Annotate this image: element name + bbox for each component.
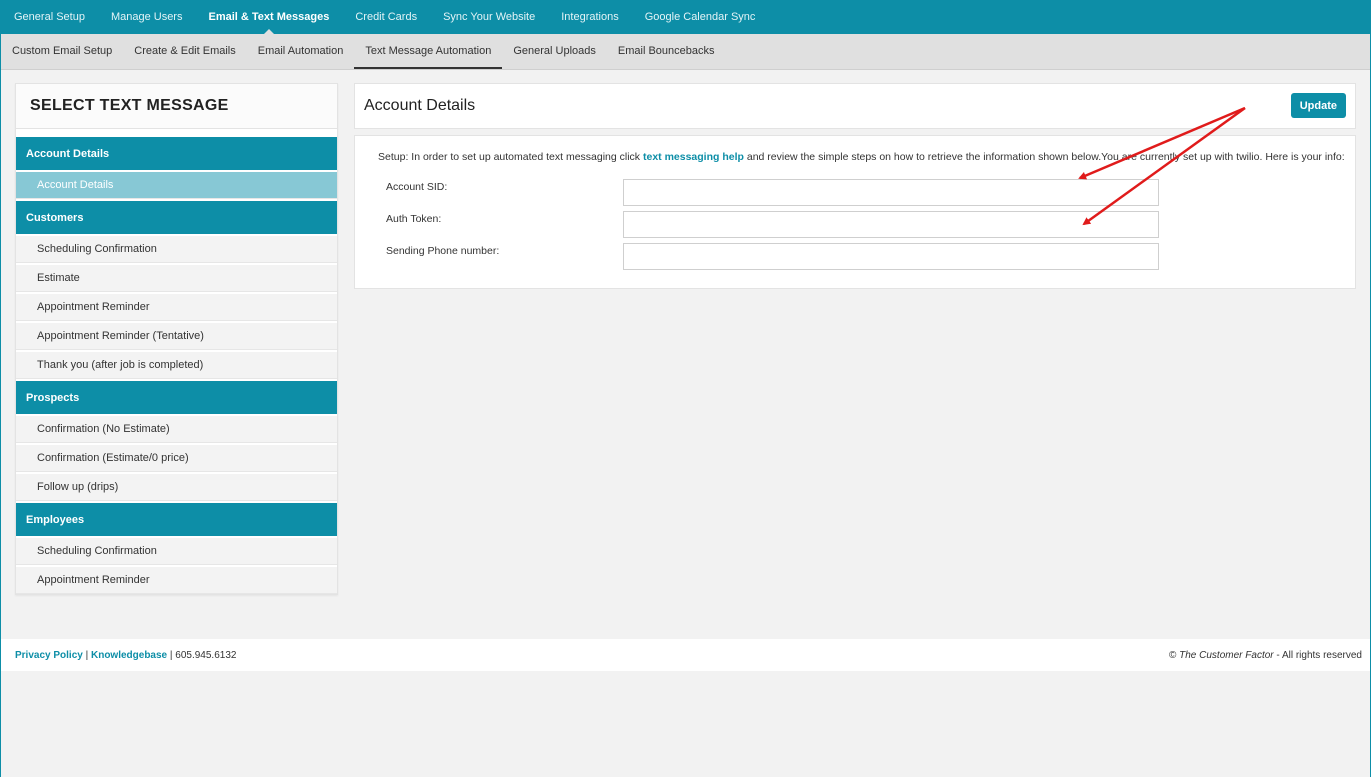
footer-left: Privacy Policy | Knowledgebase | 605.945… — [15, 650, 236, 661]
sidebar-item-employee-scheduling-confirmation[interactable]: Scheduling Confirmation — [16, 538, 337, 565]
top-nav: General Setup Manage Users Email & Text … — [1, 0, 1370, 34]
sidebar-group-prospects: Prospects — [16, 381, 337, 414]
tab-create-edit-emails[interactable]: Create & Edit Emails — [123, 34, 246, 69]
account-sid-label: Account SID: — [386, 181, 448, 193]
sidebar-item-customer-estimate[interactable]: Estimate — [16, 265, 337, 292]
sidebar-item-employee-appointment-reminder[interactable]: Appointment Reminder — [16, 567, 337, 594]
tab-custom-email-setup[interactable]: Custom Email Setup — [1, 34, 123, 69]
setup-text-after: and review the simple steps on how to re… — [743, 151, 1345, 163]
top-nav-credit-cards[interactable]: Credit Cards — [355, 0, 417, 34]
rights-text: - All rights reserved — [1273, 649, 1362, 661]
setup-text-before: Setup: In order to set up automated text… — [378, 151, 643, 163]
text-messaging-help-link[interactable]: text messaging help — [643, 151, 744, 163]
top-nav-integrations[interactable]: Integrations — [561, 0, 618, 34]
top-nav-email-text-messages-label: Email & Text Messages — [208, 11, 330, 23]
top-nav-general-setup[interactable]: General Setup — [14, 0, 85, 34]
tab-email-bouncebacks[interactable]: Email Bouncebacks — [607, 34, 726, 69]
sidebar-group-customers: Customers — [16, 201, 337, 234]
sidebar-item-account-details[interactable]: Account Details — [16, 172, 337, 199]
sidebar-item-customer-appointment-reminder[interactable]: Appointment Reminder — [16, 294, 337, 321]
top-nav-google-calendar-sync[interactable]: Google Calendar Sync — [645, 0, 756, 34]
account-details-form: Setup: In order to set up automated text… — [354, 135, 1356, 289]
panel-header: Account Details Update — [354, 83, 1356, 129]
footer-right: © The Customer Factor - All rights reser… — [1169, 650, 1362, 661]
company-name: The Customer Factor — [1179, 649, 1274, 661]
sending-phone-label: Sending Phone number: — [386, 245, 500, 257]
footer: Privacy Policy | Knowledgebase | 605.945… — [1, 639, 1370, 671]
sidebar-group-account-details: Account Details — [16, 137, 337, 170]
sidebar-item-prospect-follow-up[interactable]: Follow up (drips) — [16, 474, 337, 501]
update-button[interactable]: Update — [1290, 93, 1346, 118]
tab-text-message-automation[interactable]: Text Message Automation — [354, 34, 503, 69]
setup-instructions: Setup: In order to set up automated text… — [378, 151, 1345, 163]
account-sid-input[interactable] — [623, 179, 1159, 206]
auth-token-label: Auth Token: — [386, 213, 442, 225]
page-title: Account Details — [364, 97, 476, 114]
top-nav-manage-users[interactable]: Manage Users — [111, 0, 183, 34]
tab-email-automation[interactable]: Email Automation — [247, 34, 355, 69]
sidebar: SELECT TEXT MESSAGE Account Details Acco… — [15, 83, 338, 595]
sidebar-item-customer-thank-you[interactable]: Thank you (after job is completed) — [16, 352, 337, 379]
active-caret-icon — [263, 29, 274, 34]
footer-separator: | — [82, 649, 91, 661]
top-nav-email-text-messages[interactable]: Email & Text Messages — [208, 0, 329, 34]
privacy-policy-link[interactable]: Privacy Policy — [15, 650, 83, 661]
sidebar-title: SELECT TEXT MESSAGE — [16, 84, 337, 129]
tab-general-uploads[interactable]: General Uploads — [502, 34, 607, 69]
footer-phone: | 605.945.6132 — [167, 649, 237, 661]
sidebar-item-prospect-confirmation-no-estimate[interactable]: Confirmation (No Estimate) — [16, 416, 337, 443]
sidebar-item-prospect-confirmation-estimate[interactable]: Confirmation (Estimate/0 price) — [16, 445, 337, 472]
copyright-symbol: © — [1168, 649, 1180, 661]
sidebar-item-customer-appointment-reminder-tentative[interactable]: Appointment Reminder (Tentative) — [16, 323, 337, 350]
knowledgebase-link[interactable]: Knowledgebase — [91, 650, 167, 661]
top-nav-sync-website[interactable]: Sync Your Website — [443, 0, 535, 34]
sidebar-group-employees: Employees — [16, 503, 337, 536]
sub-nav: Custom Email Setup Create & Edit Emails … — [1, 34, 1370, 70]
sending-phone-input[interactable] — [623, 243, 1159, 270]
auth-token-input[interactable] — [623, 211, 1159, 238]
sidebar-item-customer-scheduling-confirmation[interactable]: Scheduling Confirmation — [16, 236, 337, 263]
